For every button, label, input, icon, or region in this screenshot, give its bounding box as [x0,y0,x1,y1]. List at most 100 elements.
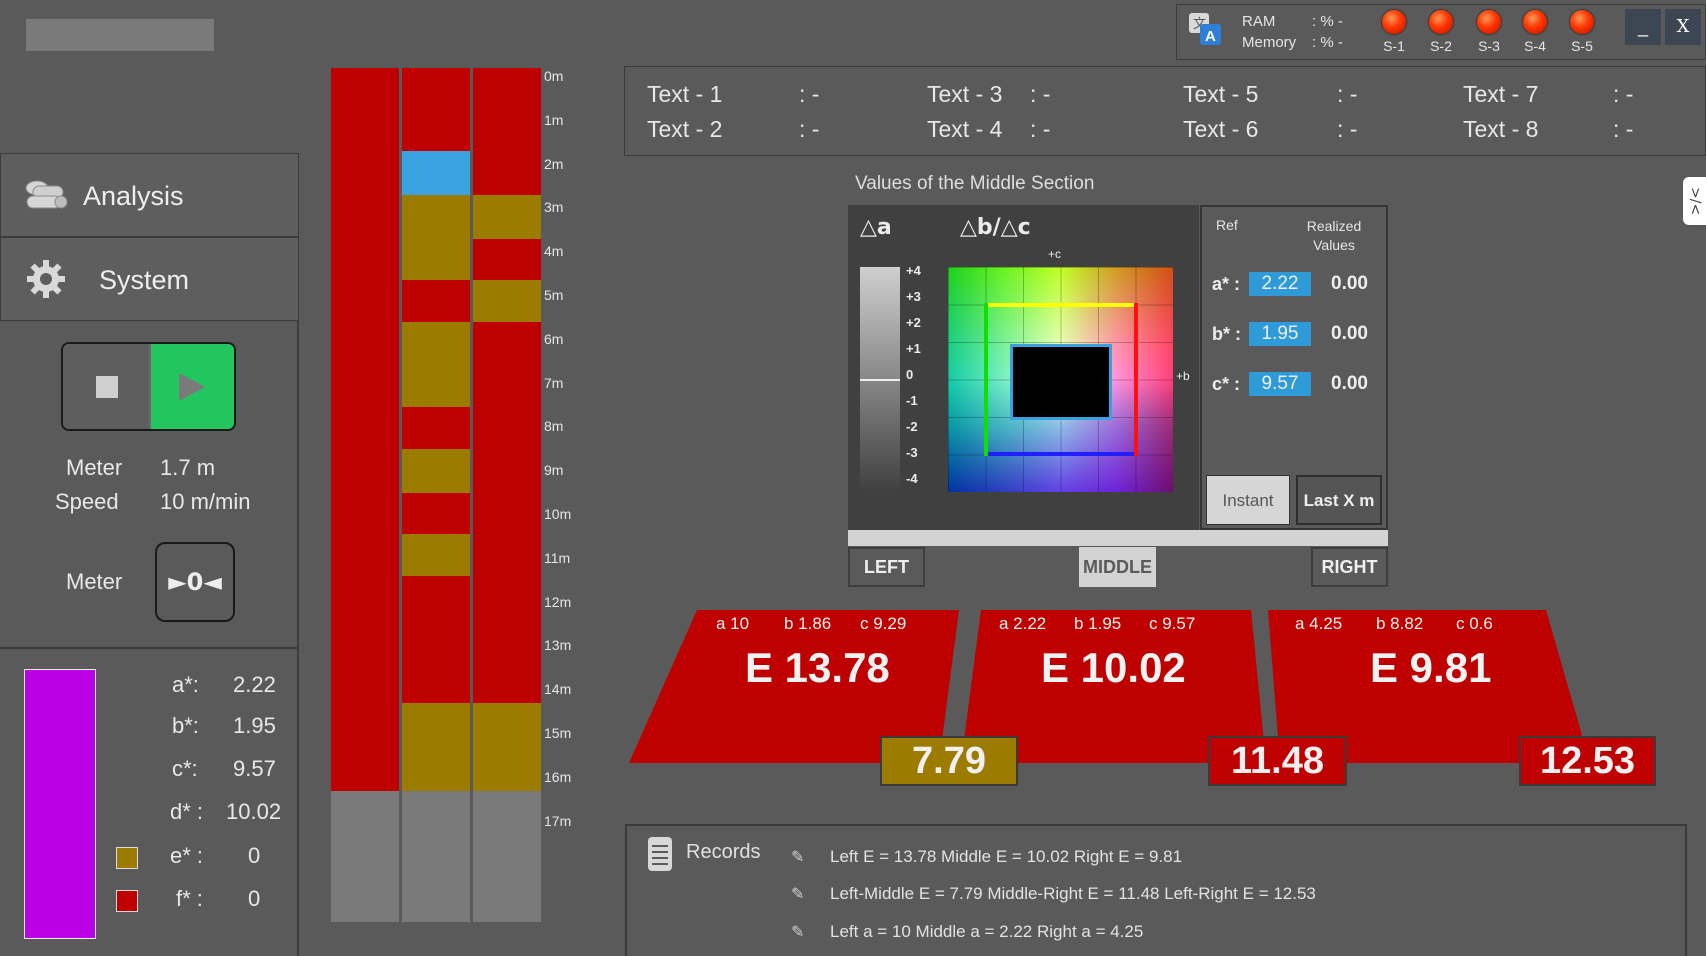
sensor-label-4: S-4 [1524,38,1546,54]
gear-icon [25,258,67,305]
sidebar-divider [0,647,297,649]
row-c-label: c* : [1212,374,1241,394]
strip-tick-label: 9m [544,462,564,479]
strip-segment [473,280,541,323]
center-block [1010,344,1112,420]
record-line: Left E = 13.78 Middle E = 10.02 Right E … [830,847,1183,866]
text-4-label: Text - 4 [927,116,1003,142]
row-b-label: b* : [1212,324,1241,344]
nav-analysis[interactable]: Analysis [0,153,299,237]
speed-label: Speed [55,489,119,514]
layers-icon [23,176,71,221]
record-line: Left-Middle E = 7.79 Middle-Right E = 11… [830,884,1316,903]
realized-header: Realized Values [1306,218,1362,253]
strip-segment [402,407,470,450]
sensor-label-5: S-5 [1571,38,1593,54]
realized-b-value: 0.00 [1331,323,1368,344]
translate-icon[interactable]: 文 A [1187,11,1223,47]
ram-label: RAM [1242,13,1276,30]
sensor-label-2: S-2 [1430,38,1452,54]
text-2-label: Text - 2 [647,116,723,142]
strip-segment [402,280,470,323]
text-3-value: : - [1030,81,1051,107]
meter-label: Meter [66,455,123,480]
last-x-m-button[interactable]: Last X m [1296,475,1382,525]
delta-a-label: △a [860,215,892,240]
left-b-value: b 1.86 [784,614,832,633]
play-icon [179,373,205,401]
memory-label: Memory [1242,34,1297,51]
scale-tick-label: -1 [906,393,918,408]
strip-segment [331,68,399,791]
text-2-value: : - [799,116,820,142]
pencil-icon: ✎ [791,884,805,903]
value-b: 1.95 [233,713,276,738]
records-panel: Records ✎ Left E = 13.78 Middle E = 10.0… [625,824,1687,956]
scale-tick-label: +4 [906,263,921,278]
strip-tick-label: 6m [544,330,564,347]
strip-segment [473,790,541,923]
side-collapse-tab[interactable]: >/< [1683,177,1706,225]
strip-tick-label: 7m [544,374,564,391]
left-e-value: E 13.78 [745,644,890,691]
right-a-value: a 4.25 [1295,614,1343,633]
value-label-a: a*: [172,672,199,697]
reset-meter-label: Meter [66,569,123,594]
speed-value: 10 m/min [160,489,251,514]
ref-c-value: 9.57 [1249,372,1311,396]
records-title: Records [686,841,761,863]
stop-button[interactable] [63,344,149,429]
sensor-led-1 [1382,10,1406,34]
sensor-led-4 [1523,10,1547,34]
pencil-icon: ✎ [791,922,805,941]
strip-segment [402,68,470,152]
value-c: 9.57 [233,756,276,781]
app-title-bar [26,19,214,51]
tab-right[interactable]: RIGHT [1311,547,1388,587]
strip-tick-label: 13m [544,637,572,654]
text-7-label: Text - 7 [1463,81,1539,107]
text-1-label: Text - 1 [647,81,723,107]
tab-left[interactable]: LEFT [848,547,925,587]
nav-system[interactable]: System [0,237,299,321]
middle-section-title: Values of the Middle Section [855,173,1095,194]
close-button[interactable]: X [1665,9,1701,45]
delta-a-marker [860,379,900,381]
e-color-swatch [116,847,138,869]
strip-segment [402,790,470,923]
tab-middle[interactable]: MIDDLE [1079,547,1156,587]
left-a-value: a 10 [716,614,750,633]
target-blue-line [984,452,1138,456]
instant-button[interactable]: Instant [1206,475,1290,525]
f-color-swatch [116,890,138,912]
value-label-c: c*: [172,756,198,781]
value-label-d: d* : [170,799,204,824]
nav-system-label: System [99,265,190,295]
value-d: 10.02 [226,799,282,824]
strip-segment [402,576,470,704]
strip-tick-label: 14m [544,681,572,698]
plus-c-label: +c [1048,247,1062,261]
svg-text:A: A [1205,28,1216,45]
text-1-value: : - [799,81,820,107]
delta-chart: △a △b/△c +4 +3 +2 +1 0 -1 -2 -3 -4 +c +b [848,205,1199,530]
scale-tick-label: 0 [906,367,914,382]
minimize-button[interactable]: _ [1625,9,1661,45]
delta-a-scale-ticks: +4 +3 +2 +1 0 -1 -2 -3 -4 [906,263,936,503]
value-f: 0 [248,886,261,911]
ref-b-value: 1.95 [1249,322,1311,346]
strip-map [331,68,541,923]
strip-segment [402,492,470,535]
text-4-value: : - [1030,116,1051,142]
play-button[interactable] [151,344,234,429]
strip-tick-label: 17m [544,812,572,829]
ref-header: Ref [1216,217,1238,233]
ref-a-value: 2.22 [1249,272,1311,296]
stop-icon [96,376,118,398]
sidebar: Analysis System Meter 1.7 m Speed 10 m/m… [0,153,299,956]
left-c-value: c 9.29 [860,614,907,633]
strip-segment [473,703,541,791]
playback-control [61,342,236,431]
strip-segment [402,151,470,196]
reset-meter-button[interactable]: ►0◄ [155,542,235,622]
